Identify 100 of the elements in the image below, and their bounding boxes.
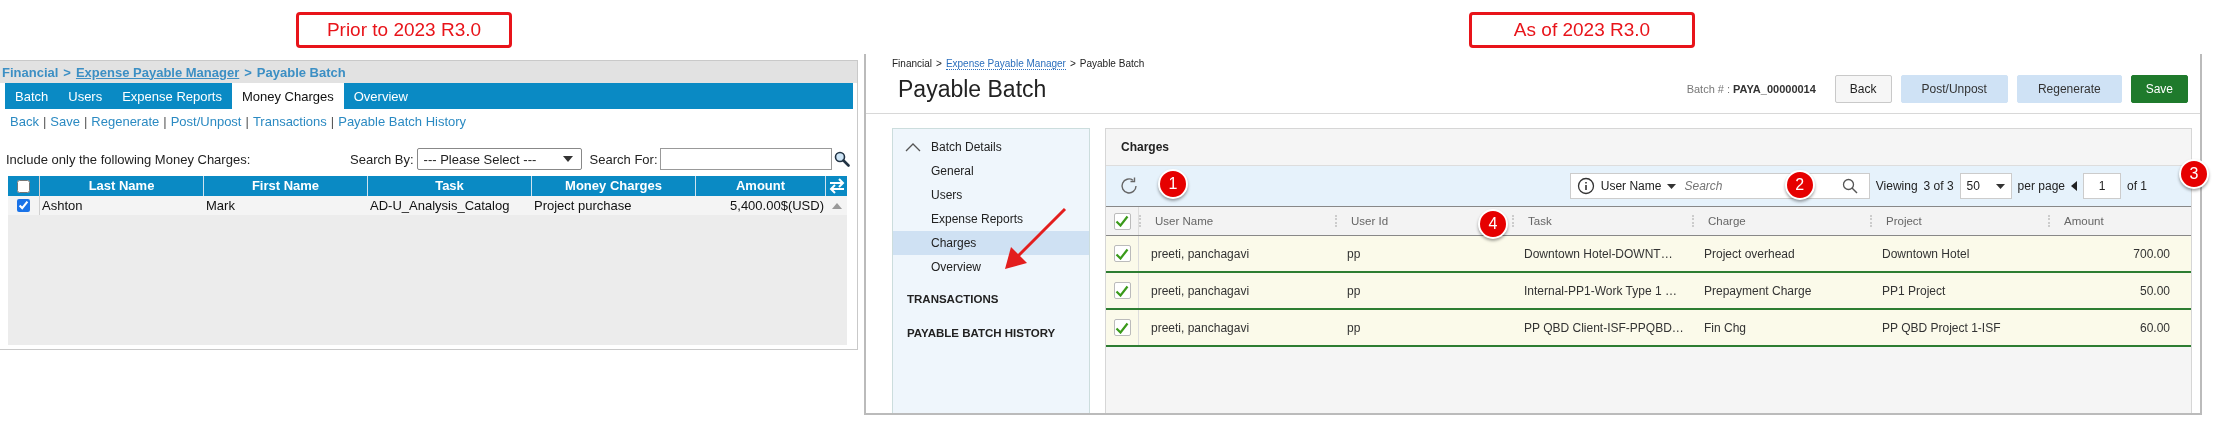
- sidebar-section-link[interactable]: TRANSACTIONS: [893, 293, 1089, 315]
- sidebar-section-link[interactable]: PAYABLE BATCH HISTORY: [893, 327, 1089, 349]
- table-cell-text: preeti, panchagavi: [1150, 320, 1251, 335]
- column-header[interactable]: User Name: [1139, 215, 1335, 227]
- tab[interactable]: Expense Reports: [112, 83, 232, 109]
- annotation-marker: 2: [1784, 170, 1815, 200]
- breadcrumb-separator: >: [63, 64, 71, 80]
- table-cell-text: AD-U_Analysis_Catalog: [369, 198, 511, 213]
- search-for-label: Search For:: [589, 151, 658, 167]
- dropdown-caret-icon: [562, 156, 573, 162]
- page-total: of 1: [2127, 179, 2147, 193]
- table-cell-text: pp: [1346, 283, 1362, 298]
- breadcrumb-item: Financial: [892, 58, 933, 70]
- column-header[interactable]: Charge: [1692, 215, 1870, 227]
- table-row[interactable]: preeti, panchagavi pp Internal-PP1-Work Type 1 … Prepayment Charge PP1 Project 50.00: [1106, 273, 2191, 310]
- table-cell-text: preeti, panchagavi: [1150, 283, 1251, 298]
- table-cell-text: PP QBD Project 1-ISF: [1881, 320, 2002, 335]
- action-link[interactable]: Save: [50, 114, 80, 129]
- scroll-up-icon[interactable]: [832, 202, 842, 209]
- breadcrumb-item: Payable Batch: [1079, 58, 1145, 70]
- search-field[interactable]: [659, 148, 832, 170]
- batch-label: Batch # :: [1686, 83, 1731, 95]
- table-row[interactable]: preeti, panchagavi pp Downtown Hotel-DOWNT… Project overhead Downtown Hotel 700.00: [1106, 236, 2191, 273]
- sidebar-item[interactable]: Overview: [893, 255, 1089, 279]
- row-checkbox[interactable]: [1113, 319, 1131, 336]
- link-separator: |: [330, 114, 335, 129]
- table-cell-text: Internal-PP1-Work Type 1 …: [1523, 283, 1678, 298]
- search-icon[interactable]: [833, 151, 850, 167]
- page-title: Payable Batch: [898, 76, 1048, 103]
- info-icon[interactable]: [1576, 177, 1595, 195]
- row-checkbox[interactable]: [1113, 282, 1131, 299]
- breadcrumb-separator: >: [244, 64, 252, 80]
- breadcrumb-item: Payable Batch: [256, 64, 346, 80]
- link-separator: |: [245, 114, 249, 129]
- page-number-field[interactable]: 1: [2083, 173, 2121, 199]
- page-size-dropdown[interactable]: 50: [1959, 173, 2012, 199]
- action-button[interactable]: Save: [2130, 75, 2188, 103]
- viewing-label: Viewing: [1875, 179, 1918, 193]
- table-cell-text: 700.00: [2132, 246, 2171, 261]
- tab[interactable]: Overview: [343, 83, 418, 109]
- table-cell-text: Project purchase: [533, 198, 633, 213]
- column-header[interactable]: Task: [1512, 215, 1692, 227]
- tab[interactable]: Users: [58, 83, 113, 109]
- table-cell-text: Ashton: [41, 198, 84, 213]
- link-separator: |: [83, 114, 88, 129]
- annotation-marker: 1: [1158, 169, 1188, 199]
- search-by-label: Search By:: [350, 151, 414, 167]
- sidebar-item[interactable]: General: [893, 159, 1089, 183]
- action-button[interactable]: Back: [1834, 75, 1892, 103]
- action-link[interactable]: Back: [10, 114, 39, 129]
- batch-number: PAYA_00000014: [1733, 83, 1816, 95]
- sidebar-item[interactable]: Expense Reports: [893, 207, 1089, 231]
- action-link[interactable]: Post/Unpost: [170, 114, 242, 129]
- tab[interactable]: Batch: [5, 83, 59, 109]
- previous-page-icon[interactable]: [2071, 181, 2077, 191]
- table-cell-text: PP QBD Client-ISF-PPQBD…: [1523, 320, 1685, 335]
- section-toggle[interactable]: Batch Details: [893, 137, 1089, 157]
- version-label: Prior to 2023 R3.0: [295, 12, 513, 48]
- table-row[interactable]: preeti, panchagavi pp PP QBD Client-ISF-PPQBD… Fin Chg PP QBD Project 1-ISF 60.00: [1106, 310, 2191, 347]
- search-field[interactable]: User Name Search 2: [1569, 173, 1870, 199]
- per-page-label: per page: [2017, 179, 2065, 193]
- action-link[interactable]: Transactions: [252, 114, 327, 129]
- link-separator: |: [163, 114, 167, 129]
- table-cell-text: PP1 Project: [1881, 283, 1947, 298]
- search-by-dropdown[interactable]: --- Please Select ---: [416, 148, 582, 170]
- table-cell-text: Fin Chg: [1703, 320, 1748, 335]
- table-cell-text: pp: [1346, 320, 1362, 335]
- tab[interactable]: Money Charges: [231, 83, 344, 109]
- annotation-marker: 4: [1478, 209, 1508, 239]
- table-cell-text: Downtown Hotel-DOWNT…: [1523, 246, 1674, 261]
- action-link[interactable]: Payable Batch History: [338, 114, 467, 129]
- action-button[interactable]: Post/Unpost: [1900, 75, 2008, 103]
- swap-arrows-icon[interactable]: [828, 178, 846, 194]
- column-header[interactable]: Project: [1870, 215, 2048, 227]
- search-icon[interactable]: [1842, 178, 1859, 194]
- row-checkbox[interactable]: [17, 199, 30, 212]
- table-cell-text: 5,400.00$(USD): [729, 198, 825, 213]
- search-by-selector[interactable]: User Name: [1600, 179, 1662, 193]
- select-all-checkbox[interactable]: [1113, 212, 1131, 230]
- sidebar-item[interactable]: Users: [893, 183, 1089, 207]
- column-header[interactable]: Amount: [2048, 215, 2172, 227]
- action-link[interactable]: Regenerate: [91, 114, 160, 129]
- select-all-checkbox[interactable]: [17, 179, 30, 193]
- sidebar-item[interactable]: Charges: [893, 231, 1089, 255]
- table-cell-text: 50.00: [2138, 283, 2171, 298]
- caret-icon: [1995, 183, 2005, 189]
- annotation-marker: 3: [2179, 159, 2209, 189]
- breadcrumb-item: Financial: [2, 64, 59, 80]
- refresh-icon[interactable]: [1118, 175, 1140, 197]
- caret-icon: [1667, 183, 1677, 189]
- table-cell-text: Project overhead: [1703, 246, 1796, 261]
- table-cell-text: Mark: [205, 198, 236, 213]
- breadcrumb-separator: >: [936, 58, 942, 70]
- table-cell-text: Prepayment Charge: [1703, 283, 1813, 298]
- breadcrumb-link[interactable]: Expense Payable Manager: [945, 58, 1066, 70]
- action-button[interactable]: Regenerate: [2016, 75, 2122, 103]
- row-checkbox[interactable]: [1113, 245, 1131, 262]
- table-cell-text: preeti, panchagavi: [1150, 246, 1251, 261]
- version-label: As of 2023 R3.0: [1468, 12, 1696, 48]
- record-count: 3 of 3: [1923, 179, 1954, 193]
